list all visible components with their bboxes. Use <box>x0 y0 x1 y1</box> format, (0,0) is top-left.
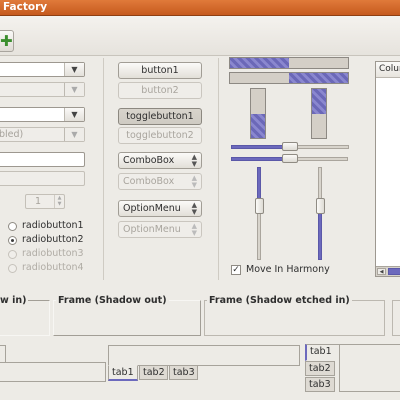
progress-fill <box>251 113 265 138</box>
scroll-left-icon[interactable]: ◀ <box>377 268 386 275</box>
radio-4 <box>8 264 17 273</box>
progress-fill <box>230 58 289 68</box>
combo-entry-disabled: ▼ <box>0 82 85 97</box>
up-down-arrows-icon: ▲ ▼ <box>191 222 197 237</box>
hscale-2-slider[interactable] <box>281 154 298 163</box>
progress-bar-h2 <box>229 72 349 84</box>
combobox2-label: ComboBox <box>123 176 175 187</box>
optionmenu2-label: OptionMenu <box>123 224 181 235</box>
chevron-down-icon: ▼ <box>64 128 84 141</box>
separator <box>218 58 219 280</box>
frame-shadow-out-label: Frame (Shadow out) <box>56 295 169 306</box>
vscale-track-fill <box>318 205 322 260</box>
text-entry-disabled <box>0 171 85 186</box>
move-in-harmony-checkbox[interactable]: ✓ <box>231 265 241 275</box>
chevron-down-icon[interactable]: ▼ <box>64 63 84 76</box>
vscale-1-slider[interactable] <box>255 197 264 214</box>
title-bar: Factory <box>0 0 400 16</box>
up-down-arrows-icon: ▲ ▼ <box>191 153 197 168</box>
tree-view[interactable]: Column ◀ <box>375 61 400 277</box>
notebook-2-page <box>108 345 300 366</box>
add-button[interactable]: ✚ <box>0 30 14 52</box>
notebook-1-page <box>0 362 106 382</box>
separator <box>103 58 104 280</box>
radio-3-label: radiobutton3 <box>22 248 84 259</box>
progress-bar-v2 <box>311 88 327 139</box>
hscale-1-slider[interactable] <box>281 142 298 151</box>
frame-partial <box>392 300 400 336</box>
toolbar: ✚ <box>0 16 400 56</box>
optionmenu1[interactable]: OptionMenu ▲ ▼ <box>118 200 202 217</box>
window-title: Factory <box>3 1 48 13</box>
chevron-down-icon: ▼ <box>64 83 84 96</box>
notebook-2-tab2[interactable]: tab2 <box>139 365 168 380</box>
notebook-partial-tab <box>0 345 6 363</box>
spin-value: 1 <box>35 196 42 207</box>
tree-hscrollbar[interactable]: ◀ <box>376 266 400 276</box>
notebook-3-tab3[interactable]: tab3 <box>305 377 335 392</box>
text-entry[interactable] <box>0 152 85 167</box>
radio-1-label[interactable]: radiobutton1 <box>22 220 84 231</box>
hscale-track-rest <box>290 145 349 149</box>
notebook-2-tab3[interactable]: tab3 <box>169 365 198 380</box>
optionmenu2: OptionMenu ▲ ▼ <box>118 221 202 238</box>
up-down-arrows-icon: ▲ ▼ <box>191 174 197 189</box>
plus-icon: ✚ <box>0 32 13 50</box>
optionmenu1-label: OptionMenu <box>123 203 181 214</box>
radio-2-label[interactable]: radiobutton2 <box>22 234 84 245</box>
scroll-thumb[interactable] <box>388 268 400 275</box>
chevron-down-icon[interactable]: ▼ <box>64 108 84 121</box>
notebook-3-tab1[interactable]: tab1 <box>305 344 340 361</box>
progress-bar-v1 <box>250 88 266 139</box>
hscale-track-fill <box>231 157 290 161</box>
frame-shadow-in-label: w in) <box>0 295 29 306</box>
combo-entry-2[interactable]: ▼ <box>0 107 85 122</box>
combobox2: ComboBox ▲ ▼ <box>118 173 202 190</box>
vscale-track-rest <box>257 205 261 260</box>
notebook-3-page <box>339 344 400 392</box>
spin-arrows-icon: ▲ ▼ <box>54 195 64 208</box>
combobox1-label: ComboBox <box>123 155 175 166</box>
combo-entry-text: bled) <box>0 129 24 140</box>
move-in-harmony-label[interactable]: Move In Harmony <box>246 264 330 275</box>
radio-1[interactable] <box>8 222 17 231</box>
vscale-2-slider[interactable] <box>316 197 325 214</box>
progress-fill <box>312 89 326 114</box>
radio-3 <box>8 250 17 259</box>
spin-button: 1 ▲ ▼ <box>25 194 65 209</box>
combo-entry-2-disabled: bled) ▼ <box>0 127 85 142</box>
radio-4-label: radiobutton4 <box>22 262 84 273</box>
tree-column-header[interactable]: Column <box>376 62 400 78</box>
button1[interactable]: button1 <box>118 62 202 79</box>
notebook-3-tab2[interactable]: tab2 <box>305 361 335 376</box>
radio-2[interactable] <box>8 236 17 245</box>
progress-bar-h1 <box>229 57 349 69</box>
up-down-arrows-icon: ▲ ▼ <box>191 201 197 216</box>
combo-entry[interactable]: ▼ <box>0 62 85 77</box>
togglebutton1[interactable]: togglebutton1 <box>118 108 202 125</box>
notebook-2-tab1[interactable]: tab1 <box>108 365 138 381</box>
togglebutton2: togglebutton2 <box>118 127 202 144</box>
progress-fill <box>289 73 348 83</box>
combobox1[interactable]: ComboBox ▲ ▼ <box>118 152 202 169</box>
button2: button2 <box>118 82 202 99</box>
frame-shadow-etched-in-label: Frame (Shadow etched in) <box>207 295 352 306</box>
